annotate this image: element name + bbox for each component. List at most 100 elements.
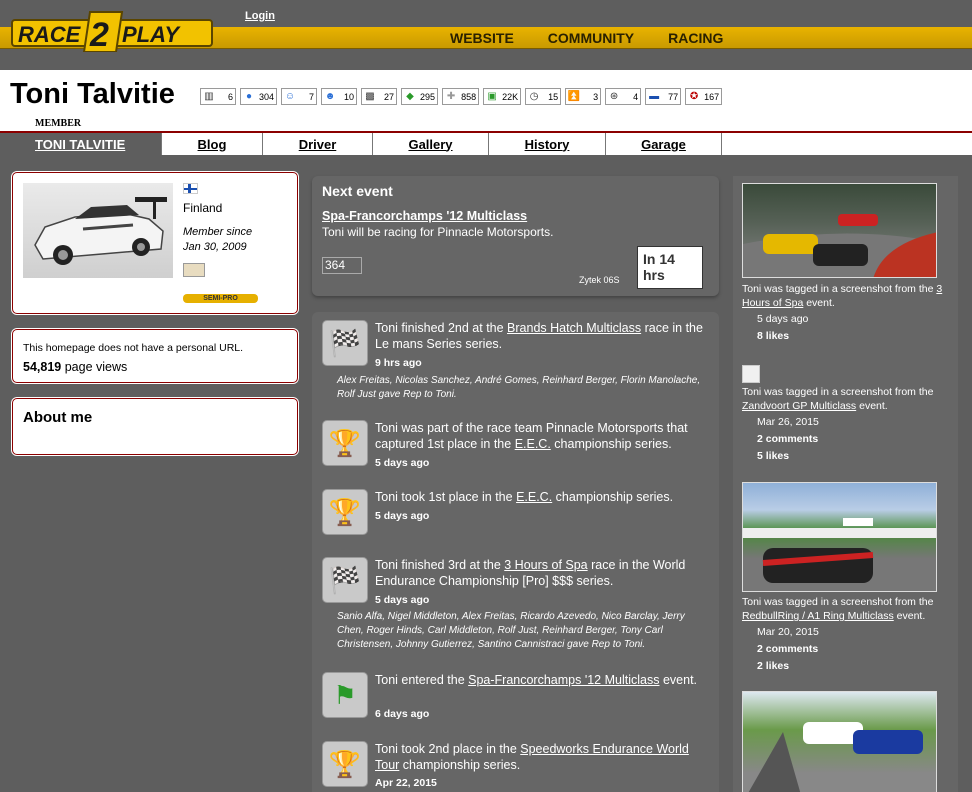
screenshot-meta: Mar 26, 2015 2 comments 5 likes bbox=[757, 414, 819, 465]
caption-text: Toni was tagged in a screenshot from the bbox=[742, 386, 934, 398]
car-icon: ▬ bbox=[649, 91, 660, 102]
profile-tabs: TONI TALVITIE Blog Driver Gallery Histor… bbox=[0, 131, 972, 155]
stat-rep[interactable]: ✪ 167 bbox=[685, 88, 723, 105]
screenshot-date: 5 days ago bbox=[757, 313, 809, 325]
stat-clock[interactable]: ◷ 15 bbox=[525, 88, 562, 105]
stats-bar: ▥ 6 ● 304 ☺ 7 ☻ 10 ▩ 27 ◆ 295 ✚ 858 ▣ 22K ◷ 15 ⏫ 3… bbox=[200, 88, 723, 105]
stat-value: 10 bbox=[344, 91, 355, 102]
stat-comments[interactable]: ● 304 bbox=[240, 88, 278, 105]
screenshot-event-link[interactable]: RedbullRing / A1 Ring Multiclass bbox=[742, 610, 894, 622]
trophy-icon: 🏆 bbox=[322, 741, 368, 787]
screenshot-comments[interactable]: 2 comments bbox=[757, 431, 819, 448]
country: Finland bbox=[183, 201, 223, 215]
finland-flag-icon bbox=[183, 183, 198, 194]
stat-km[interactable]: ▣ 22K bbox=[483, 88, 522, 105]
rank-icon: ⏫ bbox=[567, 91, 581, 102]
feed-link[interactable]: Brands Hatch Multiclass bbox=[507, 321, 641, 335]
car-image[interactable] bbox=[23, 183, 173, 278]
caption-text: event. bbox=[803, 297, 835, 309]
nav-website[interactable]: WEBSITE bbox=[450, 30, 514, 46]
comments-icon: ● bbox=[245, 91, 253, 102]
stat-value: 3 bbox=[593, 91, 599, 102]
km-icon: ▣ bbox=[487, 91, 497, 102]
stat-value: 6 bbox=[227, 91, 233, 102]
feed-text: Toni took 2nd place in the bbox=[375, 742, 521, 756]
stat-value: 304 bbox=[259, 91, 275, 102]
caption-text: Toni was tagged in a screenshot from the bbox=[742, 283, 937, 295]
car-thumbnail[interactable]: 364 bbox=[322, 257, 362, 274]
profile-card: Finland Member since Jan 30, 2009 SEMI-PR… bbox=[12, 172, 298, 314]
stat-value: 77 bbox=[668, 91, 679, 102]
caption-text: Toni was tagged in a screenshot from the bbox=[742, 596, 934, 608]
stat-wheel[interactable]: ⊛ 4 bbox=[605, 88, 642, 105]
trophy-icon: 🏆 bbox=[322, 420, 368, 466]
next-event-card: Next event Spa-Francorchamps '12 Multicl… bbox=[312, 176, 719, 296]
page-views-count: 54,819 bbox=[23, 360, 62, 374]
feed-link[interactable]: Spa-Francorchamps '12 Multiclass bbox=[468, 673, 659, 687]
nav-community[interactable]: COMMUNITY bbox=[548, 30, 634, 46]
car-thumbnail-alt: 364 bbox=[325, 258, 346, 272]
stat-friends[interactable]: ☺ 7 bbox=[281, 88, 318, 105]
team-text: Toni will be racing for Pinnacle Motorsp… bbox=[322, 225, 554, 239]
friends-icon: ☺ bbox=[284, 91, 296, 102]
screenshot-image[interactable] bbox=[742, 482, 937, 592]
stat-value: 7 bbox=[309, 91, 315, 102]
event-link[interactable]: Spa-Francorchamps '12 Multiclass bbox=[322, 209, 527, 223]
screenshot-image[interactable] bbox=[742, 183, 937, 278]
feed-time: 5 days ago bbox=[375, 457, 430, 469]
feed-text: Toni finished 3rd at the bbox=[375, 558, 505, 572]
broken-image-icon[interactable] bbox=[742, 365, 760, 383]
feed-text: championship series. bbox=[550, 437, 672, 451]
stat-value: 858 bbox=[461, 91, 477, 102]
feed-link[interactable]: E.E.C. bbox=[516, 490, 552, 504]
mail-icon[interactable] bbox=[183, 263, 205, 277]
tab-garage[interactable]: Garage bbox=[606, 133, 722, 155]
page-views: 54,819 page views bbox=[23, 360, 127, 374]
stat-races[interactable]: ▥ 6 bbox=[200, 88, 236, 105]
checkered-flag-icon: 🏁 bbox=[322, 557, 368, 603]
feed-item-text: Toni took 1st place in the E.E.C. champi… bbox=[375, 489, 708, 505]
trophy-icon: 🏆 bbox=[322, 489, 368, 535]
stat-checkered[interactable]: ▩ 27 bbox=[361, 88, 398, 105]
feed-item-text: Toni took 2nd place in the Speedworks En… bbox=[375, 741, 708, 773]
feed-link[interactable]: 3 Hours of Spa bbox=[504, 558, 587, 572]
feed-item-text: Toni finished 2nd at the Brands Hatch Mu… bbox=[375, 320, 708, 352]
screenshot-likes[interactable]: 5 likes bbox=[757, 448, 819, 465]
stat-laps[interactable]: ◆ 295 bbox=[401, 88, 439, 105]
feed-text: championship series. bbox=[552, 490, 674, 504]
feed-text: championship series. bbox=[399, 758, 521, 772]
feed-time: 9 hrs ago bbox=[375, 357, 422, 369]
screenshot-image[interactable] bbox=[742, 691, 937, 792]
screenshots-sidebar: Toni was tagged in a screenshot from the… bbox=[733, 176, 958, 792]
nav-racing[interactable]: RACING bbox=[668, 30, 723, 46]
race2play-logo[interactable]: RACE 2 PLAY bbox=[10, 8, 214, 52]
screenshot-likes[interactable]: 2 likes bbox=[757, 658, 819, 675]
feed-item-text: Toni finished 3rd at the 3 Hours of Spa … bbox=[375, 557, 708, 589]
stat-value: 4 bbox=[633, 91, 639, 102]
stat-plus[interactable]: ✚ 858 bbox=[442, 88, 480, 105]
screenshot-likes[interactable]: 8 likes bbox=[757, 328, 808, 345]
screenshot-event-link[interactable]: Zandvoort GP Multiclass bbox=[742, 400, 856, 412]
tab-home[interactable]: TONI TALVITIE bbox=[0, 133, 162, 155]
tab-driver[interactable]: Driver bbox=[263, 133, 373, 155]
stat-rank[interactable]: ⏫ 3 bbox=[565, 88, 602, 105]
tab-blog[interactable]: Blog bbox=[162, 133, 263, 155]
clock-icon: ◷ bbox=[529, 91, 539, 102]
checkered-icon: ▩ bbox=[365, 91, 375, 102]
car-name: Zytek 06S bbox=[579, 275, 620, 285]
screenshot-meta: Mar 20, 2015 2 comments 2 likes bbox=[757, 624, 819, 675]
screenshot-date: Mar 20, 2015 bbox=[757, 626, 819, 638]
checkered-flag-icon: 🏁 bbox=[322, 320, 368, 366]
tab-history[interactable]: History bbox=[489, 133, 606, 155]
green-flag-icon: ⚑ bbox=[322, 672, 368, 718]
screenshot-date: Mar 26, 2015 bbox=[757, 416, 819, 428]
stat-car[interactable]: ▬ 77 bbox=[645, 88, 682, 105]
login-link[interactable]: Login bbox=[245, 10, 275, 22]
about-card: About me bbox=[12, 398, 298, 455]
screenshot-comments[interactable]: 2 comments bbox=[757, 641, 819, 658]
tab-gallery[interactable]: Gallery bbox=[373, 133, 489, 155]
feed-link[interactable]: E.E.C. bbox=[515, 437, 551, 451]
stat-groups[interactable]: ☻ 10 bbox=[321, 88, 358, 105]
races-icon: ▥ bbox=[204, 91, 214, 102]
feed-text: Toni entered the bbox=[375, 673, 469, 687]
